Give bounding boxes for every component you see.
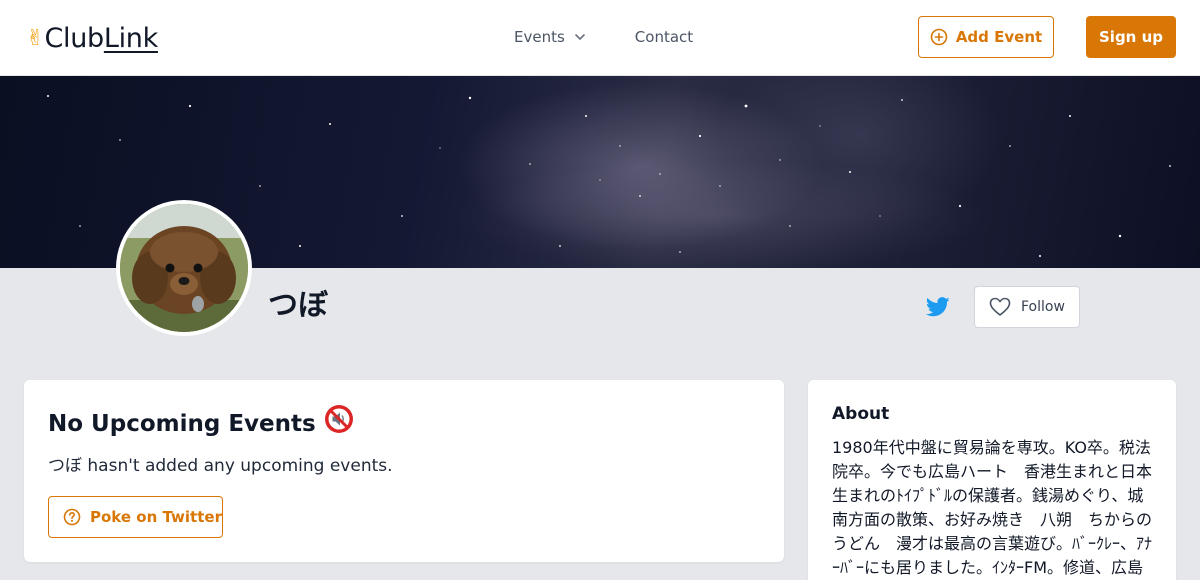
about-bio: 1980年代中盤に貿易論を専攻。KO卒。税法院卒。今でも広島ハート 香港生まれと…	[832, 438, 1153, 577]
twitter-icon[interactable]	[925, 296, 950, 318]
poke-on-twitter-button[interactable]: Poke on Twitter	[48, 496, 223, 538]
dog-avatar-image	[120, 204, 248, 332]
site-header: ✌ ClubLink Events Contact Add Event Sign…	[0, 0, 1200, 76]
about-card: About 1980年代中盤に貿易論を専攻。KO卒。税法院卒。今でも広島ハート …	[808, 380, 1176, 580]
events-title-text: No Upcoming Events	[48, 410, 316, 437]
events-heading: No Upcoming Events	[48, 404, 354, 443]
nav-events-label: Events	[514, 28, 565, 46]
events-empty-message: つぼ hasn't added any upcoming events.	[48, 456, 393, 476]
muted-speaker-icon	[324, 404, 354, 443]
add-event-button[interactable]: Add Event	[918, 16, 1054, 58]
clublink-logo[interactable]: ✌ ClubLink	[26, 22, 158, 56]
profile-avatar	[116, 200, 252, 336]
sign-up-label: Sign up	[1099, 28, 1163, 46]
avatar-photo	[120, 204, 248, 332]
main-nav: Events Contact	[514, 25, 693, 49]
victory-hand-icon: ✌	[26, 26, 45, 51]
heart-icon	[989, 297, 1011, 316]
follow-label: Follow	[1021, 299, 1065, 315]
nav-contact[interactable]: Contact	[635, 25, 693, 49]
profile-name: つぼ	[268, 288, 328, 323]
nav-events[interactable]: Events	[514, 25, 587, 49]
plus-circle-icon	[930, 28, 948, 46]
upcoming-events-card: No Upcoming Events つぼ hasn't added any u…	[24, 380, 784, 562]
nav-contact-label: Contact	[634, 28, 694, 46]
chevron-down-icon	[574, 34, 585, 40]
logo-text-club: Club	[44, 23, 104, 54]
follow-button[interactable]: Follow	[974, 286, 1080, 328]
about-heading: About	[832, 404, 890, 424]
add-event-label: Add Event	[955, 28, 1043, 46]
sign-up-button[interactable]: Sign up	[1086, 16, 1176, 58]
question-circle-icon	[63, 508, 81, 526]
logo-text-link: Link	[103, 23, 158, 54]
logo-text: ClubLink	[44, 22, 158, 56]
poke-label: Poke on Twitter	[90, 508, 222, 526]
